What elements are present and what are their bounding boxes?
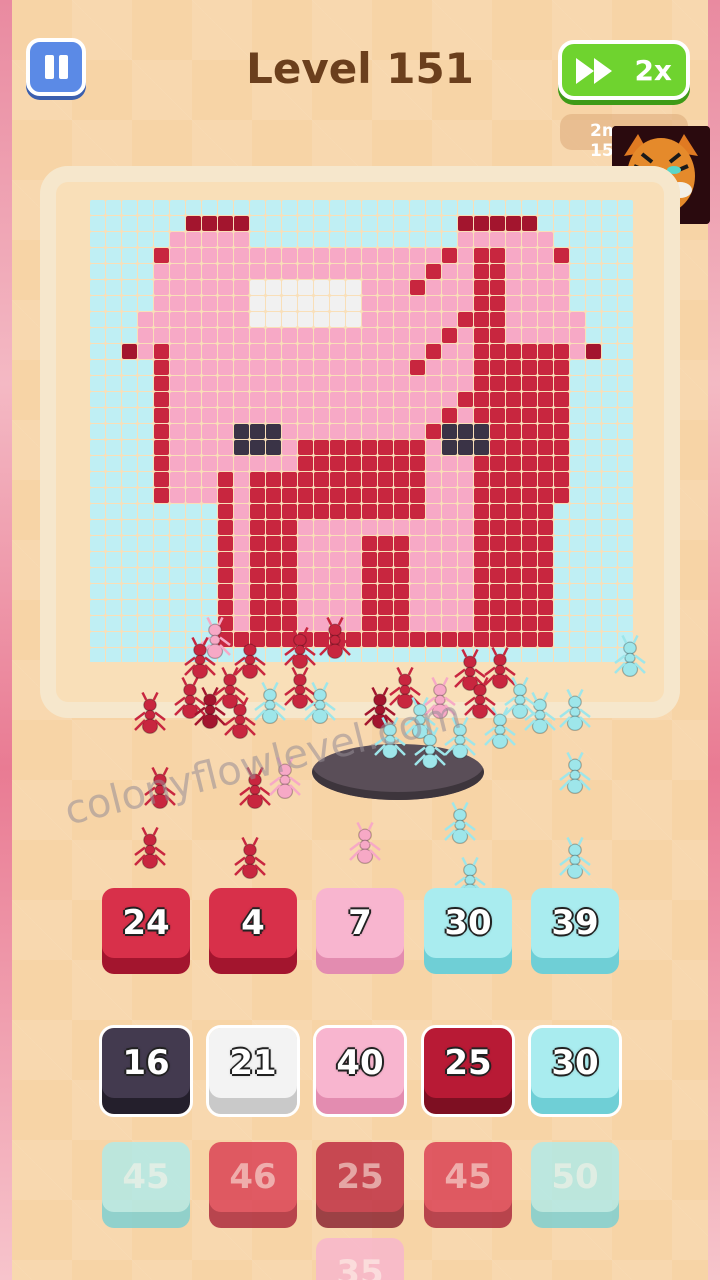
tile-count: 16	[102, 1028, 190, 1098]
color-tile[interactable]: 7	[316, 888, 404, 974]
ant	[559, 751, 591, 794]
ant	[284, 626, 316, 669]
color-tile[interactable]: 39	[531, 888, 619, 974]
color-tile[interactable]: 45	[102, 1142, 190, 1228]
tile-count: 4	[209, 888, 297, 958]
ant	[559, 836, 591, 879]
color-tile[interactable]: 50	[531, 1142, 619, 1228]
color-tile[interactable]: 30	[424, 888, 512, 974]
tile-count: 40	[316, 1028, 404, 1098]
ant	[134, 826, 166, 869]
ant	[254, 681, 286, 724]
tile-count: 50	[531, 1142, 619, 1212]
color-tile[interactable]: 25	[421, 1025, 515, 1117]
tile-count: 25	[316, 1142, 404, 1212]
color-tile[interactable]: 24	[102, 888, 190, 974]
color-tile[interactable]: 16	[99, 1025, 193, 1117]
color-tile[interactable]: 40	[313, 1025, 407, 1117]
ant	[284, 666, 316, 709]
ant	[319, 616, 351, 659]
tile-count: 7	[316, 888, 404, 958]
tile-count: 24	[102, 888, 190, 958]
ant	[134, 691, 166, 734]
ant	[304, 681, 336, 724]
tile-count: 39	[531, 888, 619, 958]
tile-count: 30	[424, 888, 512, 958]
ant	[614, 634, 646, 677]
color-tile[interactable]: 46	[209, 1142, 297, 1228]
tile-count: 30	[531, 1028, 619, 1098]
ant	[444, 801, 476, 844]
ant	[234, 836, 266, 879]
color-tile[interactable]: 30	[528, 1025, 622, 1117]
color-tile[interactable]: 25	[316, 1142, 404, 1228]
ant-swarm	[134, 616, 646, 899]
ant	[349, 821, 381, 864]
color-tile[interactable]: 21	[206, 1025, 300, 1117]
tile-count: 21	[209, 1028, 297, 1098]
ant	[184, 636, 216, 679]
tile-count: 45	[424, 1142, 512, 1212]
ant	[214, 666, 246, 709]
tile-count: 45	[102, 1142, 190, 1212]
color-tile[interactable]: 45	[424, 1142, 512, 1228]
tile-count: 35	[316, 1238, 404, 1280]
tile-count: 46	[209, 1142, 297, 1212]
color-tile[interactable]: 35	[316, 1238, 404, 1280]
ant	[234, 636, 266, 679]
tile-count: 25	[424, 1028, 512, 1098]
color-tile[interactable]: 4	[209, 888, 297, 974]
